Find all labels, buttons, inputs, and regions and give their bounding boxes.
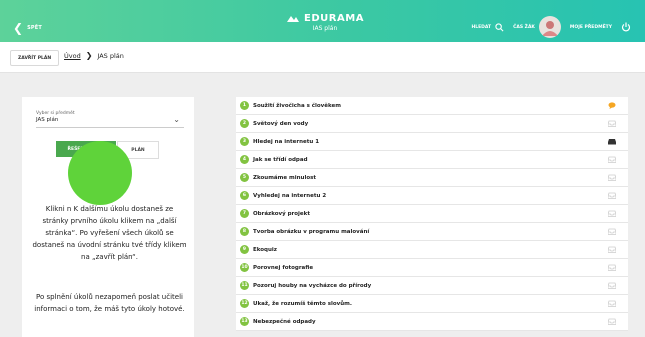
inbox-icon xyxy=(608,192,616,199)
instruction-text-2: Klikni n K dalšímu úkolu dostaneš ze str… xyxy=(32,205,187,261)
chat-bubble-icon xyxy=(608,102,616,109)
task-title: Tvorba obrázku v programu malování xyxy=(253,228,370,235)
task-row[interactable]: 4 Jak se třídí odpad xyxy=(236,151,628,169)
search-label: HLEDAT xyxy=(471,24,492,30)
back-label: SPĚT xyxy=(27,25,42,31)
logo-text: EDURAMA xyxy=(304,13,364,24)
task-row[interactable]: 5 Zkoumáme minulost xyxy=(236,169,628,187)
task-number-badge: 6 xyxy=(240,191,249,200)
task-row[interactable]: 12 Ukaž, že rozumíš těmto slovům. xyxy=(236,295,628,313)
task-row[interactable]: 8 Tvorba obrázku v programu malování xyxy=(236,223,628,241)
inbox-filled-icon xyxy=(608,139,616,145)
inbox-icon xyxy=(608,264,616,271)
subject-select-label: Vyber si předmět xyxy=(36,111,75,116)
task-row[interactable]: 2 Světový den vody xyxy=(236,115,628,133)
task-number-badge: 13 xyxy=(240,317,249,326)
close-plan-button[interactable]: ZAVŘÍT PLÁN xyxy=(10,50,60,66)
task-row[interactable]: 10 Porovnej fotografie xyxy=(236,259,628,277)
header-nav: HLEDAT ČAS ŽÁK MOJE PŘEDMĚTY xyxy=(471,16,631,38)
task-row[interactable]: 13 Nebezpečné odpady xyxy=(236,313,628,331)
task-title: Jak se třídí odpad xyxy=(253,156,308,163)
inbox-icon xyxy=(608,120,616,127)
inbox-icon xyxy=(608,282,616,289)
task-number-badge: 5 xyxy=(240,173,249,182)
task-title: Vyhledej na internetu 2 xyxy=(253,192,327,199)
task-number-badge: 2 xyxy=(240,119,249,128)
my-subjects-label: MOJE PŘEDMĚTY xyxy=(569,24,612,30)
chevron-down-icon[interactable]: ⌄ xyxy=(173,115,180,124)
task-number-badge: 1 xyxy=(240,101,249,110)
task-list: 1 Soužití živočicha s člověkem 2 Světový de… xyxy=(236,97,628,331)
task-title: Ekoquiz xyxy=(253,246,277,253)
task-title: Obrázkový projekt xyxy=(253,210,310,217)
avatar xyxy=(538,16,561,38)
task-row[interactable]: 9 Ekoquiz xyxy=(236,241,628,259)
power-icon xyxy=(621,22,631,32)
user-menu[interactable]: ČAS ŽÁK xyxy=(513,16,561,38)
task-number-badge: 10 xyxy=(240,263,249,272)
logo[interactable]: EDURAMA IAS plán xyxy=(275,13,375,32)
task-row[interactable]: 6 Vyhledej na internetu 2 xyxy=(236,187,628,205)
inbox-icon xyxy=(608,174,616,181)
task-row[interactable]: 11 Pozoruj houby na vycházce do přírody xyxy=(236,277,628,295)
task-title: Ukaž, že rozumíš těmto slovům. xyxy=(253,300,352,307)
inbox-icon xyxy=(608,246,616,253)
back-button[interactable]: ❮ SPĚT xyxy=(13,22,42,34)
task-number-badge: 3 xyxy=(240,137,249,146)
inbox-icon xyxy=(608,228,616,235)
sub-bar: ZAVŘÍT PLÁN Úvod ❯ JAS plán xyxy=(0,42,645,73)
task-number-badge: 11 xyxy=(240,281,249,290)
inbox-icon xyxy=(608,210,616,217)
user-label: ČAS ŽÁK xyxy=(513,24,535,30)
inbox-icon xyxy=(608,318,616,325)
my-subjects-button[interactable]: MOJE PŘEDMĚTY xyxy=(570,25,612,30)
chevron-right-icon: ❯ xyxy=(85,51,93,60)
instruction-text-3: Po splnění úkolů nezapomeň poslat učitel… xyxy=(34,293,185,313)
touch-indicator xyxy=(68,141,132,205)
task-title: Zkoumáme minulost xyxy=(253,174,317,181)
breadcrumb-home[interactable]: Úvod xyxy=(64,52,81,60)
search-icon xyxy=(495,22,504,31)
left-panel: Vyber si předmět JAS plán ⌄ ŘEŠENÍ PLÁNU… xyxy=(22,97,194,337)
breadcrumb-current: JAS plán xyxy=(97,51,124,60)
task-number-badge: 7 xyxy=(240,209,249,218)
search-button[interactable]: HLEDAT xyxy=(471,22,504,32)
task-number-badge: 9 xyxy=(240,245,249,254)
page-subtitle: IAS plán xyxy=(312,25,338,32)
task-number-badge: 4 xyxy=(240,155,249,164)
task-title: Nebezpečné odpady xyxy=(253,318,316,325)
logout-button[interactable] xyxy=(621,22,631,32)
task-number-badge: 12 xyxy=(240,299,249,308)
task-title: Soužití živočicha s člověkem xyxy=(253,102,341,109)
logo-icon xyxy=(287,15,300,22)
task-title: Hledej na internetu 1 xyxy=(253,138,320,145)
chevron-left-icon: ❮ xyxy=(13,21,24,35)
breadcrumb: Úvod ❯ JAS plán xyxy=(64,51,124,60)
inbox-icon xyxy=(608,300,616,307)
subject-select[interactable]: JAS plán xyxy=(36,117,58,123)
task-row[interactable]: 1 Soužití živočicha s člověkem xyxy=(236,97,628,115)
task-title: Pozoruj houby na vycházce do přírody xyxy=(253,282,372,289)
task-title: Porovnej fotografie xyxy=(253,264,314,271)
task-row[interactable]: 3 Hledej na internetu 1 xyxy=(236,133,628,151)
task-row[interactable]: 7 Obrázkový projekt xyxy=(236,205,628,223)
select-underline xyxy=(36,127,184,128)
task-title: Světový den vody xyxy=(253,120,309,127)
task-number-badge: 8 xyxy=(240,227,249,236)
inbox-icon xyxy=(608,156,616,163)
